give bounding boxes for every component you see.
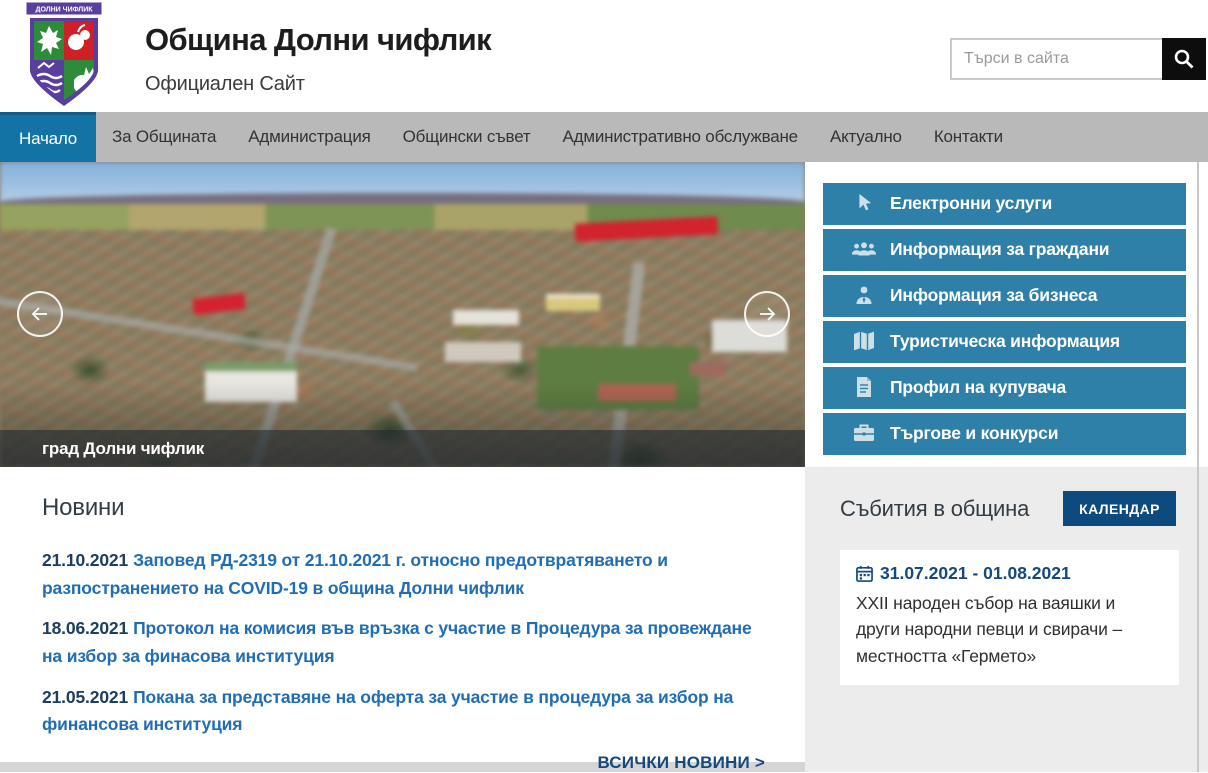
nav-item-council[interactable]: Общински съвет [387,112,547,162]
briefcase-icon [851,421,877,445]
news-item: 21.10.2021Заповед РД-2319 от 21.10.2021 … [42,547,765,602]
site-titles: Община Долни чифлик Официален Сайт [145,22,491,96]
service-button-buyer-profile[interactable]: Профил на купувача [823,367,1186,409]
service-button-business-info[interactable]: Информация за бизнеса [823,275,1186,317]
news-date: 18.06.2021 [42,618,128,638]
page-right-edge [1197,162,1199,772]
search-icon [1172,47,1196,71]
news-link[interactable]: Покана за представяне на оферта за участ… [42,687,733,735]
nav-item-news[interactable]: Актуално [814,112,918,162]
carousel-next-button[interactable] [744,291,790,337]
business-person-icon [851,283,877,307]
events-title: Събития в община [840,496,1029,522]
news-title: Новини [42,494,765,522]
service-button-citizens-info[interactable]: Информация за граждани [823,229,1186,271]
nav-item-home[interactable]: Начало [0,112,96,162]
aerial-town-photo [0,162,805,467]
calendar-icon [856,565,873,582]
service-button-tourist-info[interactable]: Туристическа информация [823,321,1186,363]
events-section: Събития в община КАЛЕНДАР 31.07.2021 - 0… [805,467,1208,772]
news-item: 21.05.2021Покана за представяне на оферт… [42,684,765,739]
news-section: Новини 21.10.2021Заповед РД-2319 от 21.1… [0,467,805,762]
main-navigation: Начало За Общината Администрация Общинск… [0,112,1208,162]
map-icon [851,329,877,353]
event-date-range: 31.07.2021 - 01.08.2021 [880,563,1071,584]
citizens-icon [851,237,877,261]
nav-item-services[interactable]: Административно обслужване [546,112,813,162]
nav-item-about[interactable]: За Общината [96,112,232,162]
right-column: Електронни услуги Информация за граждани [805,162,1208,772]
event-description: XXII народен събор на ваяшки и други нар… [856,590,1163,669]
hero-carousel: град Долни чифлик [0,162,805,467]
document-icon [851,375,877,399]
municipality-coat-of-arms[interactable]: ДОЛНИ ЧИФЛИК [14,2,114,110]
arrow-right-icon [756,303,778,325]
news-link[interactable]: Заповед РД-2319 от 21.10.2021 г. относно… [42,550,668,598]
nav-item-contacts[interactable]: Контакти [918,112,1019,162]
news-link[interactable]: Протокол на комисия във връзка с участие… [42,618,752,666]
hero-caption: град Долни чифлик [42,439,204,459]
carousel-prev-button[interactable] [17,291,63,337]
service-button-tenders[interactable]: Търгове и конкурси [823,413,1186,455]
cursor-icon [851,191,877,215]
calendar-button[interactable]: КАЛЕНДАР [1063,491,1176,526]
event-card[interactable]: 31.07.2021 - 01.08.2021 XXII народен съб… [840,550,1179,685]
news-date: 21.05.2021 [42,687,128,707]
news-item: 18.06.2021Протокол на комисия във връзка… [42,615,765,670]
logo-banner-text: ДОЛНИ ЧИФЛИК [35,7,93,14]
service-button-e-services[interactable]: Електронни услуги [823,183,1186,225]
quick-services-panel: Електронни услуги Информация за граждани [805,162,1208,467]
site-header: ДОЛНИ ЧИФЛИК Община Долни чифлик Официал… [0,0,1208,112]
hero-caption-bar: град Долни чифлик [0,430,805,467]
left-column: град Долни чифлик Новини 21.10.2021Запов… [0,162,805,772]
page-subtitle: Официален Сайт [145,73,491,96]
arrow-left-icon [29,303,51,325]
search-input[interactable] [950,38,1162,80]
nav-item-administration[interactable]: Администрация [232,112,386,162]
site-search [950,38,1206,80]
news-date: 21.10.2021 [42,550,128,570]
main-content: град Долни чифлик Новини 21.10.2021Запов… [0,162,1208,772]
search-button[interactable] [1162,38,1206,80]
page-title: Община Долни чифлик [145,22,491,58]
